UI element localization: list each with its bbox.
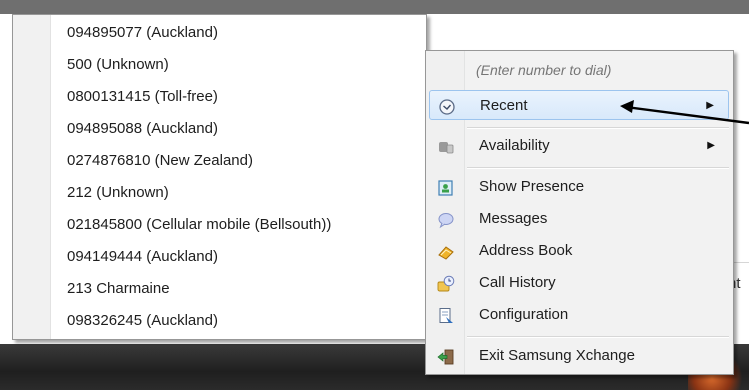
menu-item-exit[interactable]: Exit Samsung Xchange: [429, 341, 729, 371]
configuration-icon: [437, 306, 455, 324]
recent-number-item[interactable]: 094149444 (Auckland): [51, 242, 218, 272]
phone-handset-icon: [437, 137, 455, 155]
address-book-icon: [437, 242, 455, 260]
menu-separator: [467, 167, 729, 169]
menu-item-configuration[interactable]: Configuration: [429, 300, 729, 330]
menu-separator: [467, 336, 729, 338]
call-history-icon: [437, 274, 455, 292]
recent-number-item[interactable]: 0800131415 (Toll-free): [51, 82, 218, 112]
recent-number-item[interactable]: 094895077 (Auckland): [51, 18, 218, 48]
recent-number-item[interactable]: 0274876810 (New Zealand): [51, 146, 253, 176]
clock-icon: [438, 97, 456, 115]
recent-number-item[interactable]: 021845800 (Cellular mobile (Bellsouth)): [51, 210, 331, 240]
menu-item-label: Messages: [479, 210, 548, 227]
speech-bubble-icon: [437, 210, 455, 229]
menu-item-messages[interactable]: Messages: [429, 204, 729, 234]
menu-item-address-book[interactable]: Address Book: [429, 236, 729, 266]
menu-item-label: Call History: [479, 274, 556, 291]
menu-item-label: Address Book: [479, 242, 573, 259]
exit-icon: [437, 347, 455, 365]
background-window-titlebar: [0, 0, 749, 14]
recent-number-item[interactable]: 212 (Unknown): [51, 178, 169, 208]
recent-number-item[interactable]: 213 Charmaine: [51, 274, 170, 304]
recent-number-item[interactable]: 094895088 (Auckland): [51, 114, 218, 144]
menu-item-label: Show Presence: [479, 178, 585, 195]
menu-item-label: Configuration: [479, 306, 569, 323]
recent-numbers-submenu: 094895077 (Auckland) 500 (Unknown) 08001…: [12, 14, 427, 340]
dial-number-input[interactable]: [476, 57, 716, 83]
submenu-arrow-icon: ▶: [707, 140, 715, 151]
menu-item-label: Recent: [480, 97, 528, 114]
menu-item-label: Exit Samsung Xchange: [479, 347, 635, 364]
submenu-icon-gutter: [13, 15, 51, 339]
presence-card-icon: [437, 178, 455, 196]
menu-item-availability[interactable]: Availability ▶: [429, 131, 729, 161]
recent-number-item[interactable]: 098326245 (Auckland): [51, 306, 218, 336]
menu-item-label: Availability: [479, 137, 550, 154]
recent-number-item[interactable]: 500 (Unknown): [51, 50, 169, 80]
menu-item-show-presence[interactable]: Show Presence: [429, 172, 729, 202]
annotation-arrow: [620, 100, 749, 125]
menu-item-call-history[interactable]: Call History: [429, 268, 729, 298]
